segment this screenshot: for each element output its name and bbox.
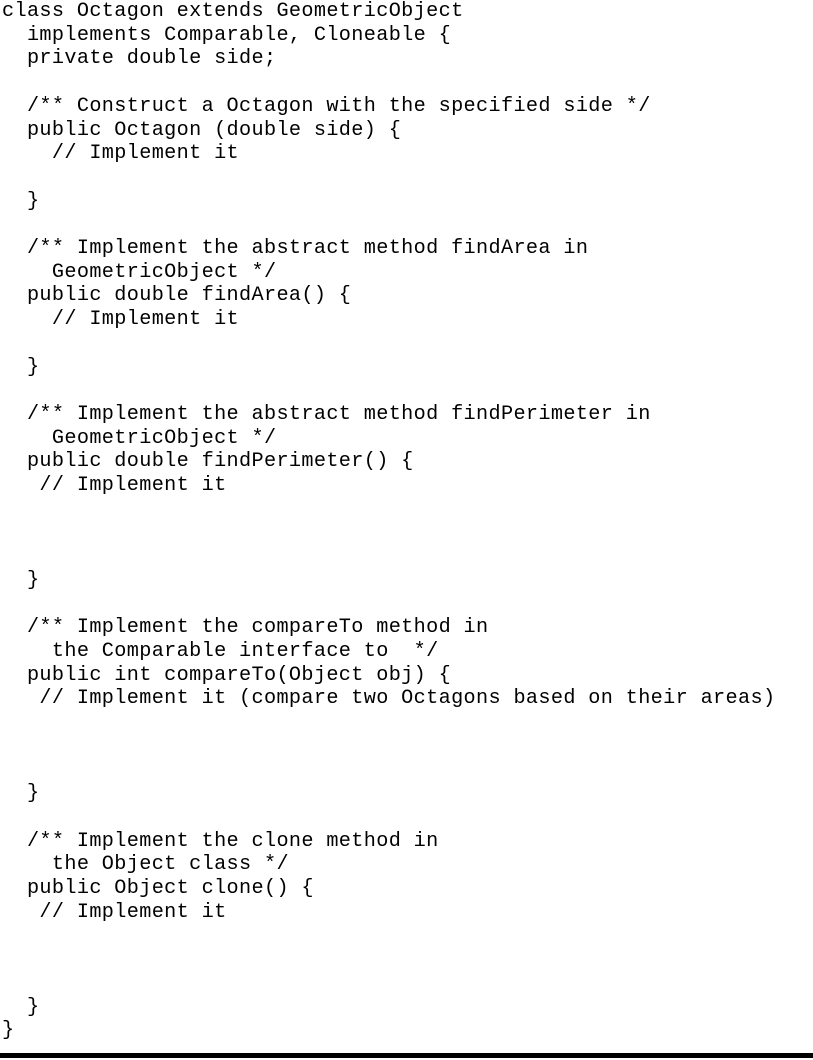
code-listing-page: class Octagon extends GeometricObject im… [0, 0, 813, 1060]
java-source-code: class Octagon extends GeometricObject im… [2, 0, 776, 1043]
bottom-divider-rule [0, 1053, 813, 1058]
